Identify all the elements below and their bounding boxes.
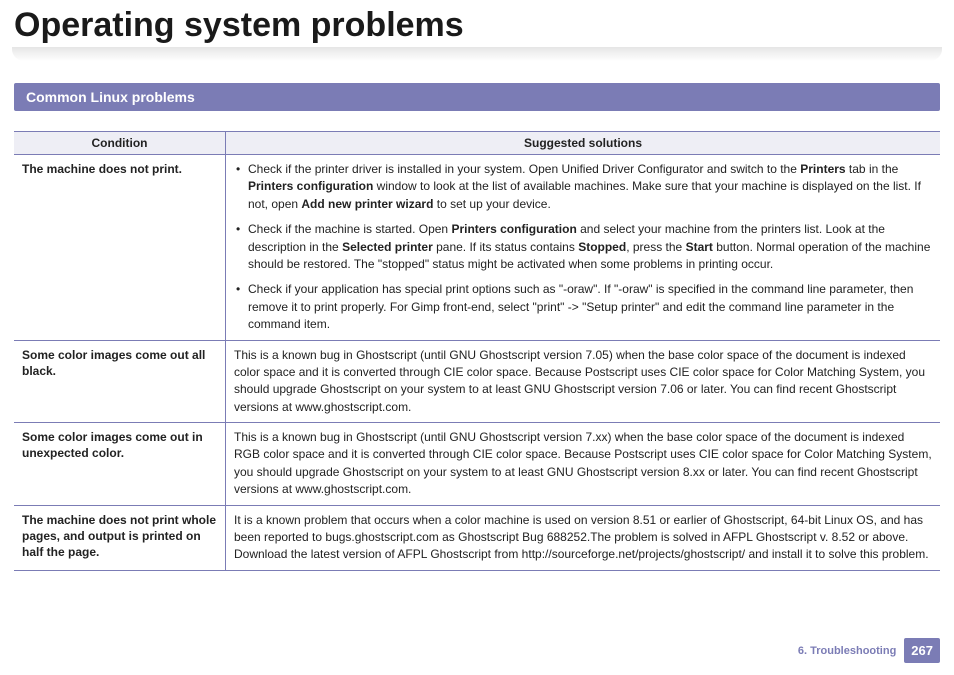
- condition-cell: The machine does not print.: [14, 155, 226, 341]
- section-heading: Common Linux problems: [14, 83, 940, 111]
- page-number: 267: [904, 638, 940, 663]
- solution-bullet: Check if the machine is started. Open Pr…: [234, 221, 932, 273]
- solution-bullet: Check if the printer driver is installed…: [234, 161, 932, 213]
- page-footer: 6. Troubleshooting 267: [798, 638, 940, 663]
- solution-cell: This is a known bug in Ghostscript (unti…: [226, 423, 941, 506]
- table-header-solutions: Suggested solutions: [226, 132, 941, 155]
- solution-cell: Check if the printer driver is installed…: [226, 155, 941, 341]
- condition-cell: The machine does not print whole pages, …: [14, 505, 226, 570]
- table-header-condition: Condition: [14, 132, 226, 155]
- table-row: The machine does not print.Check if the …: [14, 155, 940, 341]
- condition-cell: Some color images come out all black.: [14, 340, 226, 423]
- solution-cell: This is a known bug in Ghostscript (unti…: [226, 340, 941, 423]
- table-row: Some color images come out in unexpected…: [14, 423, 940, 506]
- table-row: The machine does not print whole pages, …: [14, 505, 940, 570]
- solution-cell: It is a known problem that occurs when a…: [226, 505, 941, 570]
- page-title: Operating system problems: [0, 0, 954, 47]
- troubleshooting-table: Condition Suggested solutions The machin…: [14, 131, 940, 571]
- solution-bullet: Check if your application has special pr…: [234, 281, 932, 333]
- table-row: Some color images come out all black.Thi…: [14, 340, 940, 423]
- condition-cell: Some color images come out in unexpected…: [14, 423, 226, 506]
- chapter-label: 6. Troubleshooting: [798, 645, 896, 657]
- title-divider: [12, 47, 942, 61]
